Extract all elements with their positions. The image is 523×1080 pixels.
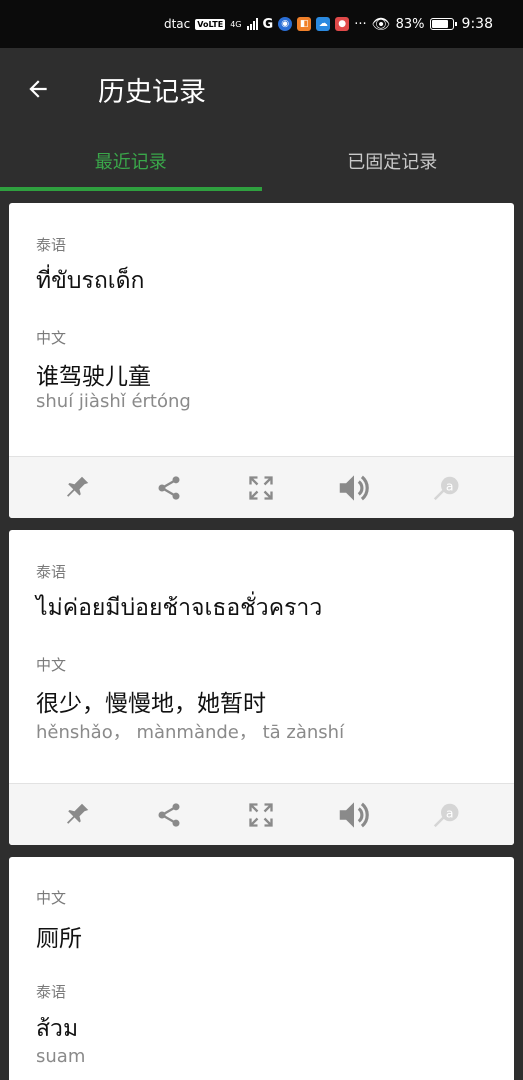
history-card[interactable]: 泰语 ที่ขับรถเด็ก 中文 谁驾驶儿童 shuí jiàshǐ ért… xyxy=(9,203,514,518)
tab-recent[interactable]: 最近记录 xyxy=(0,130,262,191)
cloud-icon: ☁ xyxy=(316,17,331,31)
pinyin-text: hěnshǎo， mànmànde， tā zànshí xyxy=(36,722,345,743)
target-text: 谁驾驶儿童 xyxy=(36,364,151,390)
network-type-label: 4G xyxy=(230,19,242,29)
svg-text:a: a xyxy=(446,478,454,493)
tab-pinned[interactable]: 已固定记录 xyxy=(262,130,523,191)
card-action-bar: a xyxy=(9,783,514,845)
eye-icon: 👁 xyxy=(371,15,391,33)
source-language-label: 中文 xyxy=(36,889,67,907)
card-action-bar: a xyxy=(9,456,514,518)
more-notifications-icon: ··· xyxy=(354,16,367,32)
transliteration-icon: a xyxy=(433,476,459,500)
fullscreen-button[interactable] xyxy=(239,793,283,837)
target-text: 很少，慢慢地，她暂时 xyxy=(36,691,266,717)
target-text: ส้วม xyxy=(36,1016,79,1042)
pin-button[interactable] xyxy=(55,793,99,837)
history-card[interactable]: 中文 厕所 泰语 ส้วม suam xyxy=(9,857,514,1080)
svg-text:a: a xyxy=(446,805,454,820)
source-language-label: 泰语 xyxy=(36,563,67,581)
speaker-icon xyxy=(339,801,369,828)
clock: 9:38 xyxy=(461,16,493,32)
source-text: ที่ขับรถเด็ก xyxy=(36,268,145,294)
share-button[interactable] xyxy=(147,793,191,837)
pin-icon xyxy=(67,476,89,497)
fullscreen-icon xyxy=(249,475,274,500)
pin-button[interactable] xyxy=(55,466,99,510)
target-language-label: 中文 xyxy=(36,329,67,347)
pin-icon xyxy=(67,803,89,824)
app-notification-icon: ◧ xyxy=(297,17,312,31)
transliteration-button[interactable]: a xyxy=(424,793,468,837)
source-text: 厕所 xyxy=(36,926,82,952)
share-icon xyxy=(158,802,180,827)
app-notification-icon: ◉ xyxy=(278,17,293,31)
tab-bar: 最近记录 已固定记录 xyxy=(0,130,523,191)
fullscreen-icon xyxy=(249,802,274,827)
source-text: ไม่ค่อยมีบ่อยช้าจเธอชั่วคราว xyxy=(36,595,323,621)
app-bar: 历史记录 xyxy=(0,48,523,130)
speak-button[interactable] xyxy=(332,793,376,837)
battery-percent: 83% xyxy=(395,16,425,32)
status-bar: dtac VoLTE 4G G ◉ ◧ ☁ ● ··· 👁 83% 9:38 xyxy=(0,0,523,48)
battery-icon xyxy=(429,18,457,30)
target-language-label: 泰语 xyxy=(36,983,67,1001)
pinyin-text: shuí jiàshǐ értóng xyxy=(36,391,191,412)
fullscreen-button[interactable] xyxy=(239,466,283,510)
volte-icon: VoLTE xyxy=(195,18,226,30)
signal-icon xyxy=(246,18,258,30)
speaker-icon xyxy=(339,474,369,501)
page-title: 历史记录 xyxy=(98,76,206,108)
pinyin-text: suam xyxy=(36,1046,86,1067)
carrier-label: dtac xyxy=(163,17,191,31)
share-button[interactable] xyxy=(147,466,191,510)
arrow-left-icon xyxy=(29,80,47,98)
source-language-label: 泰语 xyxy=(36,236,67,254)
back-button[interactable] xyxy=(0,48,76,130)
g-app-icon: G xyxy=(262,16,274,32)
transliteration-icon: a xyxy=(433,803,459,827)
target-language-label: 中文 xyxy=(36,656,67,674)
share-icon xyxy=(158,475,180,500)
speak-button[interactable] xyxy=(332,466,376,510)
history-card[interactable]: 泰语 ไม่ค่อยมีบ่อยช้าจเธอชั่วคราว 中文 很少，慢慢… xyxy=(9,530,514,845)
transliteration-button[interactable]: a xyxy=(424,466,468,510)
map-pin-icon: ● xyxy=(335,17,350,31)
